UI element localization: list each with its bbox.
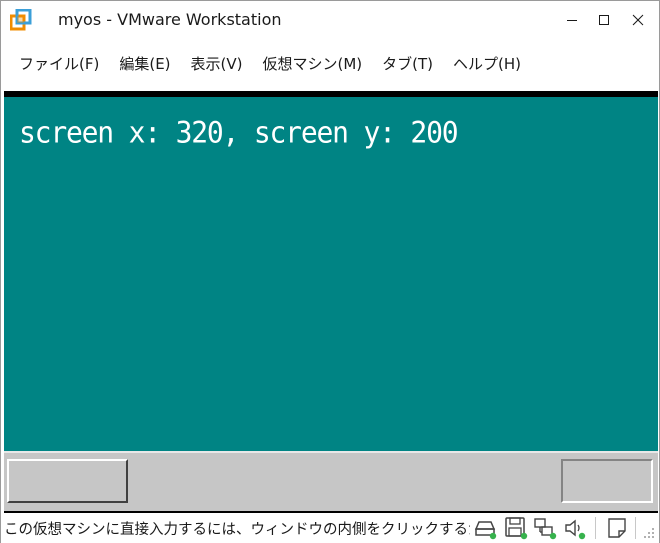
vmware-app-icon[interactable] (10, 9, 32, 31)
window-title: myos - VMware Workstation (58, 10, 282, 29)
floppy-disk-icon[interactable] (503, 516, 529, 540)
status-message: この仮想マシンに直接入力するには、ウィンドウの内側をクリックするか Ctrl+G… (4, 522, 470, 538)
network-adapter-icon[interactable] (532, 516, 558, 540)
vm-screen-text: screen x: 320, screen y: 200 (19, 115, 459, 150)
status-separator (635, 517, 636, 539)
menu-bar: ファイル(F) 編集(E) 表示(V) 仮想マシン(M) タブ(T) ヘルプ(H… (1, 45, 659, 81)
menu-file[interactable]: ファイル(F) (19, 53, 99, 74)
close-button[interactable] (618, 1, 658, 38)
status-bar: この仮想マシンに直接入力するには、ウィンドウの内側をクリックするか Ctrl+G… (1, 513, 659, 543)
vmware-window: myos - VMware Workstation ファイル(F) 編集(E) … (0, 0, 660, 543)
minimize-icon (567, 19, 577, 21)
resize-grip-icon[interactable] (643, 527, 655, 539)
sound-card-icon[interactable] (562, 516, 588, 540)
menu-edit[interactable]: 編集(E) (119, 53, 170, 74)
message-log-icon[interactable] (604, 516, 630, 540)
vm-console-display[interactable]: screen x: 320, screen y: 200 (4, 91, 658, 517)
menu-tab[interactable]: タブ(T) (382, 53, 433, 74)
menu-view[interactable]: 表示(V) (191, 53, 243, 74)
hard-disk-icon[interactable] (473, 516, 499, 540)
close-icon (632, 14, 644, 25)
guest-start-button[interactable] (7, 459, 128, 503)
maximize-icon (599, 14, 609, 25)
guest-taskbar (4, 451, 658, 511)
menu-help[interactable]: ヘルプ(H) (453, 53, 521, 74)
guest-tray-area (561, 459, 653, 503)
menu-vm[interactable]: 仮想マシン(M) (263, 53, 363, 74)
status-separator (595, 517, 596, 539)
title-bar[interactable]: myos - VMware Workstation (1, 1, 659, 38)
